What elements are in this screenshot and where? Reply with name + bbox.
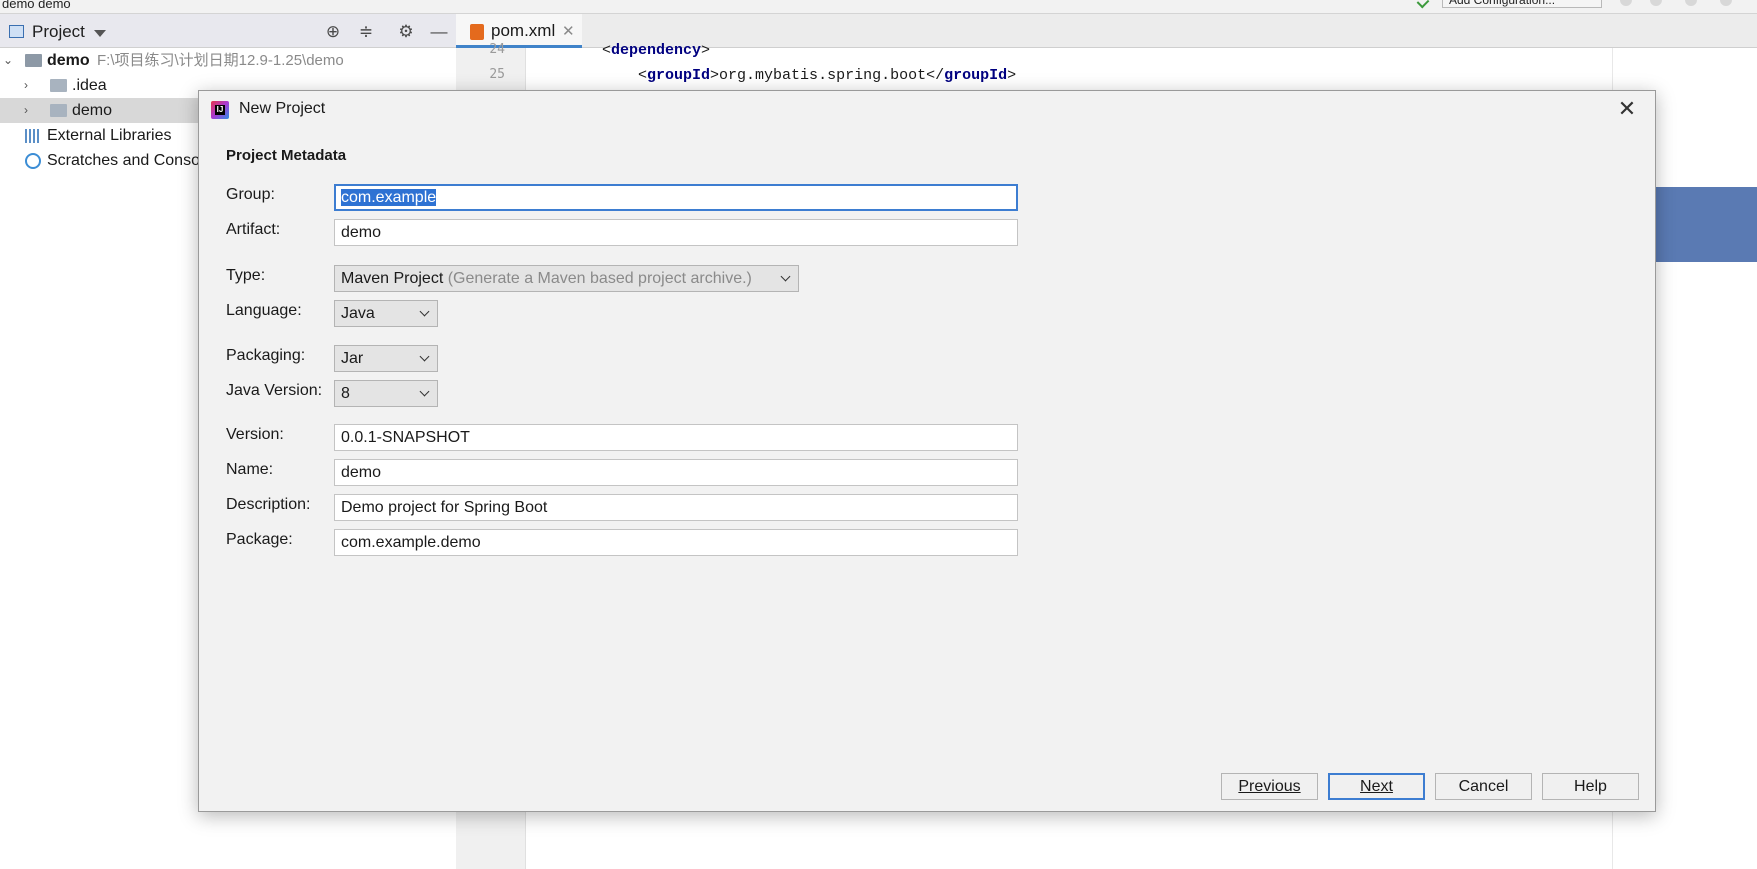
run-icon[interactable] [1416, 0, 1430, 9]
section-title: Project Metadata [226, 147, 347, 164]
artifact-field[interactable]: demo [334, 219, 1018, 246]
version-label: Version: [226, 426, 284, 443]
dialog-title: New Project [239, 100, 326, 117]
tree-item-label: Scratches and Conso [47, 152, 200, 169]
name-label: Name: [226, 461, 274, 478]
next-button[interactable]: Next [1328, 773, 1425, 800]
chevron-down-icon [419, 306, 430, 317]
tree-item-path: F:\项目练习\计划日期12.9-1.25\demo [97, 52, 344, 69]
java-version-label: Java Version: [226, 382, 323, 399]
tree-item-label: demo [47, 52, 90, 69]
chevron-down-icon[interactable] [94, 30, 106, 37]
type-select[interactable]: Maven Project (Generate a Maven based pr… [334, 265, 799, 292]
description-field[interactable]: Demo project for Spring Boot [334, 494, 1018, 521]
type-select-hint: (Generate a Maven based project archive.… [447, 270, 752, 287]
xml-value: org.mybatis.spring.boot [719, 67, 927, 84]
breadcrumb[interactable]: demo demo [2, 0, 71, 11]
code-line: <groupId>org.mybatis.spring.boot</groupI… [638, 67, 1017, 84]
scratches-icon [25, 153, 41, 169]
project-view-icon [9, 25, 24, 38]
xml-tag: groupId [944, 67, 1008, 84]
packaging-select[interactable]: Jar [334, 345, 438, 372]
packaging-label: Packaging: [226, 347, 306, 364]
name-field[interactable]: demo [334, 459, 1018, 486]
chevron-right-icon[interactable]: › [24, 73, 28, 98]
chevron-down-icon [419, 351, 430, 362]
next-button-label: Next [1360, 778, 1393, 795]
close-icon[interactable]: ✕ [562, 22, 575, 40]
tree-item-demo-root[interactable]: ⌄ demo F:\项目练习\计划日期12.9-1.25\demo [0, 48, 456, 73]
collapse-all-icon[interactable]: ≑ [356, 22, 376, 42]
coverage-button-icon[interactable] [1685, 0, 1697, 6]
version-field[interactable]: 0.0.1-SNAPSHOT [334, 424, 1018, 451]
debug-button-icon[interactable] [1650, 0, 1662, 6]
line-number: 25 [489, 67, 505, 82]
cancel-button[interactable]: Cancel [1435, 773, 1532, 800]
close-icon[interactable]: ✕ [1613, 95, 1641, 123]
folder-icon [50, 79, 67, 92]
minimize-icon[interactable]: — [429, 22, 449, 42]
tree-item-label: .idea [72, 77, 107, 94]
package-field[interactable]: com.example.demo [334, 529, 1018, 556]
chevron-right-icon[interactable]: › [24, 98, 28, 123]
xml-file-icon [470, 24, 484, 40]
run-button-icon[interactable] [1620, 0, 1632, 6]
locate-icon[interactable]: ⊕ [323, 22, 343, 42]
help-button-label: Help [1574, 778, 1607, 795]
tree-item-label: demo [72, 102, 113, 119]
xml-tag: groupId [647, 67, 711, 84]
package-label: Package: [226, 531, 293, 548]
folder-icon [50, 104, 67, 117]
packaging-select-value: Jar [341, 350, 364, 367]
add-configuration-button[interactable]: Add Configuration... [1442, 0, 1602, 8]
project-panel-header: Project ⊕ ≑ ⚙ — [0, 14, 456, 48]
language-select[interactable]: Java [334, 300, 438, 327]
line-number: 24 [489, 42, 505, 57]
type-label: Type: [226, 267, 266, 284]
new-project-dialog: IJ New Project ✕ Project Metadata Group:… [198, 90, 1656, 812]
chevron-down-icon [419, 386, 430, 397]
group-field[interactable]: com.example [334, 184, 1018, 211]
ide-toolbar: demo demo Add Configuration... [0, 0, 1757, 14]
description-label: Description: [226, 496, 311, 513]
previous-button[interactable]: Previous [1221, 773, 1318, 800]
tab-label: pom.xml [491, 21, 556, 40]
background-window-fragment [1654, 187, 1757, 262]
type-select-value: Maven Project [341, 270, 444, 287]
cancel-button-label: Cancel [1458, 778, 1509, 795]
xml-tag: dependency [611, 42, 702, 59]
previous-button-label: Previous [1238, 778, 1301, 795]
chevron-down-icon [780, 271, 791, 282]
artifact-label: Artifact: [226, 221, 281, 238]
group-field-value: com.example [341, 189, 437, 206]
library-icon [25, 129, 41, 143]
chevron-down-icon[interactable]: ⌄ [3, 48, 13, 73]
tab-pom-xml[interactable]: pom.xml ✕ [456, 14, 582, 48]
project-panel-title[interactable]: Project [32, 22, 85, 42]
gear-icon[interactable]: ⚙ [396, 22, 416, 42]
java-version-select-value: 8 [341, 385, 350, 402]
java-version-select[interactable]: 8 [334, 380, 438, 407]
code-line: <dependency> [602, 42, 711, 59]
stop-button-icon[interactable] [1720, 0, 1732, 6]
group-label: Group: [226, 186, 275, 203]
module-folder-icon [25, 54, 42, 67]
intellij-logo-icon: IJ [211, 101, 229, 119]
help-button[interactable]: Help [1542, 773, 1639, 800]
dialog-title-bar[interactable]: IJ New Project ✕ [199, 91, 1655, 129]
language-label: Language: [226, 302, 302, 319]
language-select-value: Java [341, 305, 375, 322]
tree-item-label: External Libraries [47, 127, 172, 144]
